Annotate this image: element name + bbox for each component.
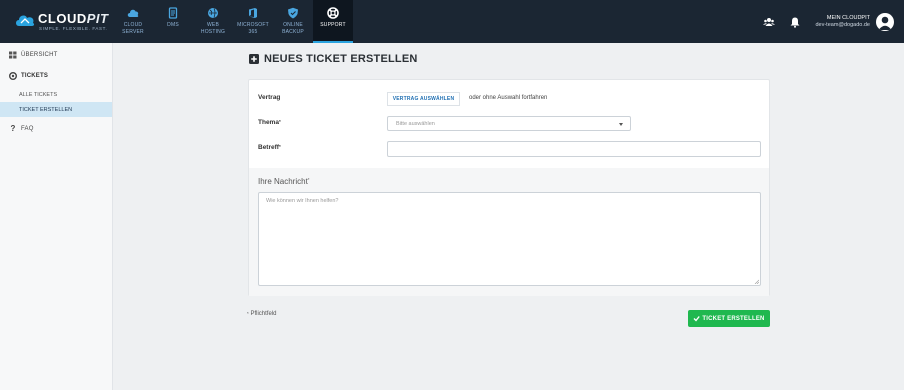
top-navbar: CLOUDPIT SIMPLE. FLEXIBLE. FAST. CLOUD S… (0, 0, 904, 43)
nav-label: DMS (167, 22, 179, 28)
nav-item-microsoft-365[interactable]: MICROSOFT 365 (233, 0, 273, 43)
question-icon: ? (10, 123, 16, 133)
message-textarea[interactable]: Wie können wir Ihnen helfen? (258, 192, 761, 286)
avatar[interactable] (876, 12, 894, 31)
nav-label: MICROSOFT 365 (237, 22, 269, 35)
user-avatar-icon (878, 16, 892, 30)
message-section: Ihre Nachricht* Wie können wir Ihnen hel… (249, 168, 769, 296)
nav-label: CLOUD SERVER (122, 22, 144, 35)
office-icon (249, 8, 257, 18)
betreff-input[interactable] (387, 141, 761, 157)
check-icon (693, 316, 701, 322)
cloudpit-logo[interactable]: CLOUDPIT SIMPLE. FLEXIBLE. FAST. (14, 9, 114, 35)
create-ticket-label: TICKET ERSTELLEN (702, 315, 765, 322)
betreff-label: Betreff* (258, 144, 281, 151)
document-icon (168, 7, 178, 19)
users-icon[interactable] (763, 16, 776, 28)
nav-label: WEB HOSTING (200, 22, 226, 35)
create-ticket-button[interactable]: TICKET ERSTELLEN (688, 310, 770, 327)
page-title-text: NEUES TICKET ERSTELLEN (264, 53, 418, 65)
sidebar-item-label: FAQ (21, 125, 34, 132)
lifebuoy-icon (9, 71, 17, 80)
sidebar-item-tickets[interactable]: TICKETS (0, 66, 112, 85)
select-contract-button[interactable]: VERTRAG AUSWÄHLEN (387, 92, 460, 106)
sidebar-subitem-create-ticket[interactable]: TICKET ERSTELLEN (0, 102, 112, 117)
continue-without-selection-text: oder ohne Auswahl fortfahren (469, 95, 548, 101)
bell-icon[interactable] (789, 16, 801, 28)
message-placeholder: Wie können wir Ihnen helfen? (266, 198, 339, 204)
thema-label: Thema* (258, 119, 281, 126)
ticket-form-card: Vertrag VERTRAG AUSWÄHLEN oder ohne Ausw… (248, 79, 770, 296)
account-info[interactable]: MEIN CLOUDPIT dev-team@dogado.de (815, 14, 870, 29)
nav-item-cloud-server[interactable]: CLOUD SERVER (113, 0, 153, 43)
cloud-icon (127, 9, 139, 17)
required-footnote: * Pflichtfeld (247, 311, 277, 317)
sidebar-item-faq[interactable]: ? FAQ (0, 119, 112, 138)
nav-label: ONLINE BACKUP (282, 22, 304, 35)
globe-icon (208, 8, 218, 18)
nav-label: SUPPORT (320, 22, 346, 28)
nav-item-online-backup[interactable]: ONLINE BACKUP (273, 0, 313, 43)
cloud-logo-icon (16, 15, 35, 26)
plus-square-icon (249, 54, 259, 64)
nav-item-support[interactable]: SUPPORT (313, 0, 353, 43)
main-nav: CLOUD SERVER DMS WEB HOSTING MICROSOFT 3… (113, 0, 353, 43)
thema-select-placeholder: Bitte auswählen (396, 121, 435, 127)
sidebar-item-overview[interactable]: ÜBERSICHT (0, 45, 112, 64)
vertrag-label: Vertrag (258, 94, 281, 101)
lifebuoy-icon (327, 7, 339, 19)
sidebar: ÜBERSICHT TICKETS ALLE TICKETS TICKET ER… (0, 43, 113, 390)
top-right-area: MEIN CLOUDPIT dev-team@dogado.de (763, 0, 894, 43)
account-email: dev-team@dogado.de (815, 22, 870, 28)
sidebar-item-label: ÜBERSICHT (21, 51, 58, 58)
logo-wordmark: CLOUDPIT (38, 11, 109, 26)
thema-select[interactable]: Bitte auswählen (387, 116, 631, 131)
message-label: Ihre Nachricht* (258, 177, 310, 186)
chevron-down-icon (619, 123, 623, 126)
nav-item-dms[interactable]: DMS (153, 0, 193, 43)
logo-tagline: SIMPLE. FLEXIBLE. FAST. (39, 26, 108, 31)
nav-item-web-hosting[interactable]: WEB HOSTING (193, 0, 233, 43)
dashboard-icon (9, 51, 17, 58)
page-title: NEUES TICKET ERSTELLEN (249, 53, 418, 65)
resize-handle-icon[interactable] (754, 279, 759, 284)
sidebar-subitem-all-tickets[interactable]: ALLE TICKETS (0, 87, 112, 102)
sidebar-item-label: TICKETS (21, 72, 49, 79)
account-title: MEIN CLOUDPIT (826, 15, 870, 21)
shield-icon (288, 7, 298, 19)
